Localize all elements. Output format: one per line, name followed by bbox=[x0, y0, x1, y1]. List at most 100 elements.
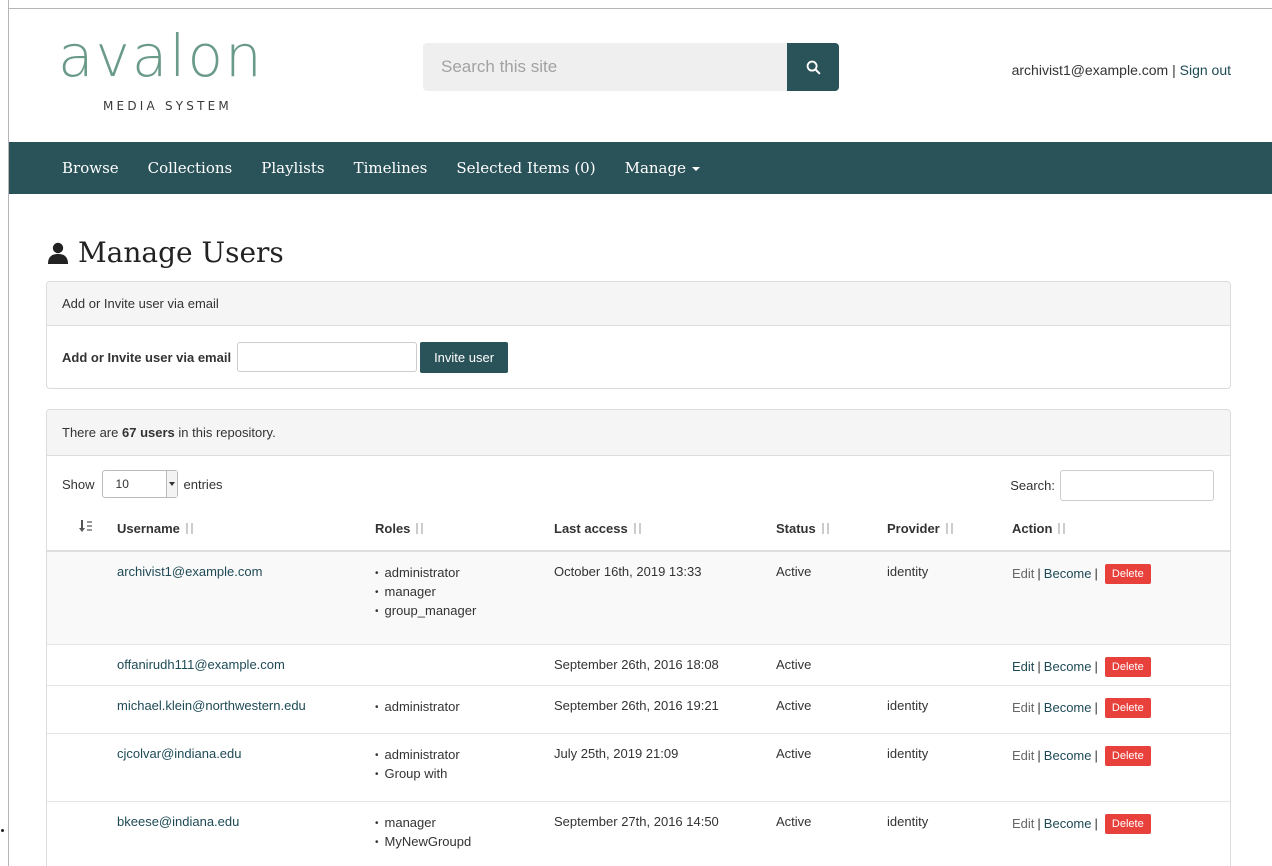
page-length-value: 10 bbox=[115, 477, 129, 491]
action-separator: | bbox=[1094, 747, 1098, 763]
invite-email-input[interactable] bbox=[237, 342, 418, 372]
become-link[interactable]: Become bbox=[1044, 816, 1092, 831]
site-search-button[interactable] bbox=[787, 43, 839, 91]
delete-button[interactable]: Delete bbox=[1104, 697, 1151, 718]
status-cell: Active bbox=[776, 684, 887, 733]
delete-button[interactable]: Delete bbox=[1104, 813, 1151, 834]
username-link[interactable]: bkeese@indiana.edu bbox=[117, 814, 239, 829]
status-cell: Active bbox=[776, 800, 887, 865]
sign-out-link[interactable]: Sign out bbox=[1180, 62, 1231, 78]
roles-list: administrator Group with bbox=[375, 746, 554, 784]
col-provider-label: Provider bbox=[887, 520, 940, 536]
edit-link[interactable]: Edit bbox=[1012, 566, 1034, 581]
role-item: Group with bbox=[375, 765, 554, 784]
users-count-prefix: There are bbox=[62, 425, 119, 440]
row-index-cell bbox=[47, 551, 117, 644]
username-link[interactable]: offanirudh111@example.com bbox=[117, 657, 285, 672]
role-item: MyNewGroupd bbox=[375, 833, 554, 852]
action-separator: | bbox=[1037, 658, 1041, 674]
search-icon bbox=[806, 60, 820, 74]
role-item: administrator bbox=[375, 564, 554, 583]
page-length: Show 10 entries bbox=[62, 470, 223, 498]
username-link[interactable]: archivist1@example.com bbox=[117, 564, 262, 579]
table-search: Search: bbox=[1010, 470, 1214, 501]
nav-manage[interactable]: Manage bbox=[625, 159, 700, 177]
username-link[interactable]: cjcolvar@indiana.edu bbox=[117, 746, 242, 761]
become-link[interactable]: Become bbox=[1044, 748, 1092, 763]
sort-icon bbox=[821, 522, 829, 534]
user-icon bbox=[48, 242, 68, 264]
sort-icon bbox=[945, 522, 953, 534]
table-search-label: Search: bbox=[1010, 478, 1055, 493]
logo-wordmark: avalon bbox=[58, 22, 264, 90]
username-link[interactable]: michael.klein@northwestern.edu bbox=[117, 698, 306, 713]
table-row: michael.klein@northwestern.edu administr… bbox=[47, 684, 1230, 733]
invite-panel: Add or Invite user via email Add or Invi… bbox=[46, 281, 1231, 389]
table-row: offanirudh111@example.com September 26th… bbox=[47, 643, 1230, 685]
username-cell: michael.klein@northwestern.edu bbox=[117, 684, 375, 733]
provider-cell bbox=[887, 643, 1012, 685]
col-status-header[interactable]: Status bbox=[776, 506, 887, 552]
col-roles-header[interactable]: Roles bbox=[375, 506, 554, 552]
col-last-access-label: Last access bbox=[554, 520, 628, 536]
main-nav: Browse Collections Playlists Timelines S… bbox=[9, 142, 1272, 194]
roles-cell: administrator bbox=[375, 684, 554, 733]
col-username-label: Username bbox=[117, 520, 180, 536]
col-last-access-header[interactable]: Last access bbox=[554, 506, 776, 552]
page-title: Manage Users bbox=[46, 236, 284, 269]
sort-icon bbox=[185, 522, 193, 534]
action-cell: Edit | Become | Delete bbox=[1012, 800, 1230, 865]
user-email: archivist1@example.com bbox=[1011, 62, 1169, 78]
nav-playlists[interactable]: Playlists bbox=[261, 159, 324, 177]
last-access-cell: September 26th, 2016 18:08 bbox=[554, 643, 776, 685]
col-username-header[interactable]: Username bbox=[117, 506, 375, 552]
table-header-row: Username Roles Last access Status Provid… bbox=[47, 506, 1230, 552]
roles-list: manager MyNewGroupd bbox=[375, 814, 554, 852]
col-index-header[interactable] bbox=[47, 506, 117, 552]
delete-button[interactable]: Delete bbox=[1104, 564, 1151, 584]
invite-form: Add or Invite user via email Invite user bbox=[47, 326, 1230, 388]
username-cell: bkeese@indiana.edu bbox=[117, 800, 375, 865]
col-action-header[interactable]: Action bbox=[1012, 506, 1230, 552]
edit-link[interactable]: Edit bbox=[1012, 748, 1034, 763]
roles-cell: administrator manager group_manager bbox=[375, 551, 554, 644]
sort-icon bbox=[416, 522, 424, 534]
status-cell: Active bbox=[776, 564, 812, 579]
edit-link[interactable]: Edit bbox=[1012, 816, 1034, 831]
edit-link[interactable]: Edit bbox=[1012, 700, 1034, 715]
avalon-logo[interactable]: avalon MEDIA SYSTEM bbox=[58, 22, 264, 117]
action-separator: | bbox=[1037, 815, 1041, 831]
become-link[interactable]: Become bbox=[1044, 566, 1092, 581]
nav-timelines[interactable]: Timelines bbox=[354, 159, 428, 177]
action-separator: | bbox=[1037, 566, 1041, 581]
site-search-input[interactable] bbox=[423, 43, 787, 91]
users-count: There are 67 users in this repository. bbox=[47, 410, 1230, 456]
sort-ascending-icon bbox=[79, 520, 92, 532]
user-area: archivist1@example.com | Sign out bbox=[1012, 62, 1231, 78]
edit-link[interactable]: Edit bbox=[1012, 659, 1034, 674]
roles-list: administrator manager group_manager bbox=[375, 564, 554, 621]
delete-button[interactable]: Delete bbox=[1104, 656, 1151, 677]
table-search-input[interactable] bbox=[1060, 470, 1214, 501]
row-index-cell bbox=[47, 732, 117, 801]
provider-cell: identity bbox=[887, 684, 1012, 733]
nav-selected-items[interactable]: Selected Items (0) bbox=[456, 159, 595, 177]
role-item: administrator bbox=[375, 746, 554, 765]
nav-browse[interactable]: Browse bbox=[62, 159, 119, 177]
stray-dot bbox=[1, 829, 4, 832]
become-link[interactable]: Become bbox=[1044, 659, 1092, 674]
become-link[interactable]: Become bbox=[1044, 700, 1092, 715]
roles-cell: manager MyNewGroupd bbox=[375, 800, 554, 865]
role-item: administrator bbox=[375, 698, 554, 717]
provider-cell: identity bbox=[887, 732, 1012, 801]
site-search bbox=[423, 43, 839, 91]
col-status-label: Status bbox=[776, 520, 816, 536]
invite-user-button[interactable]: Invite user bbox=[420, 341, 509, 373]
username-cell: cjcolvar@indiana.edu bbox=[117, 732, 375, 801]
delete-button[interactable]: Delete bbox=[1104, 745, 1151, 766]
nav-collections[interactable]: Collections bbox=[148, 159, 233, 177]
page-title-text: Manage Users bbox=[78, 236, 284, 269]
provider-cell: identity bbox=[887, 800, 1012, 865]
page-length-select[interactable]: 10 bbox=[101, 470, 178, 498]
col-provider-header[interactable]: Provider bbox=[887, 506, 1012, 552]
